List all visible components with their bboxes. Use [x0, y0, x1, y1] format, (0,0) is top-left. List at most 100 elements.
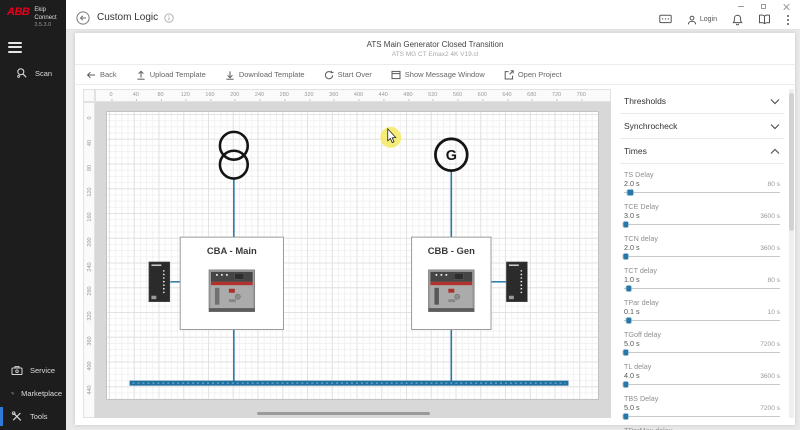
transformer-symbol[interactable]	[220, 132, 248, 179]
ruler-tick: 360	[87, 335, 93, 347]
message-icon[interactable]	[659, 14, 672, 25]
book-icon[interactable]	[758, 14, 771, 25]
ruler-tick: 600	[478, 92, 487, 98]
sidebar-item-service[interactable]: Service	[0, 359, 66, 382]
ruler-tick: 0	[109, 92, 112, 98]
ruler-tick: 240	[87, 261, 93, 273]
ruler-tick: 320	[87, 310, 93, 322]
upload-template-button[interactable]: Upload Template	[136, 70, 206, 80]
slider-tpar-delay[interactable]	[624, 317, 780, 324]
ruler-tick: 120	[181, 92, 190, 98]
slider-tce-delay[interactable]	[624, 221, 780, 228]
ruler-tick: 400	[87, 360, 93, 372]
minimize-icon[interactable]	[738, 6, 744, 8]
menu-icon[interactable]	[8, 42, 22, 56]
slider-value: 1.0 s	[624, 275, 640, 284]
horizontal-scrollbar[interactable]	[257, 412, 430, 415]
ruler-tick: 240	[255, 92, 264, 98]
slider-tcn-delay[interactable]	[624, 253, 780, 260]
show-message-window-button[interactable]: Show Message Window	[391, 70, 485, 80]
sidebar-item-label: Marketplace	[21, 389, 62, 398]
chevron-down-icon	[770, 123, 780, 130]
slider-handle[interactable]	[627, 189, 634, 196]
slider-handle[interactable]	[625, 317, 632, 324]
ekip-module-image[interactable]	[506, 262, 527, 302]
download-template-button[interactable]: Download Template	[225, 70, 305, 80]
canvas-viewport[interactable]: G CBA - Main	[95, 102, 611, 418]
generator-letter: G	[446, 148, 457, 164]
back-button[interactable]: Back	[86, 70, 117, 80]
start-over-button[interactable]: Start Over	[324, 70, 372, 80]
vertical-scrollbar[interactable]	[789, 89, 794, 418]
slider-tct-delay[interactable]	[624, 285, 780, 292]
sidebar-item-label: Tools	[30, 412, 48, 421]
sidebar-item-label: Service	[30, 366, 55, 375]
slider-handle[interactable]	[622, 349, 629, 356]
slider-value: 5.0 s	[624, 403, 640, 412]
ruler-tick: 480	[403, 92, 412, 98]
section-times[interactable]: Times	[620, 139, 784, 164]
breaker-box-cbb[interactable]: CBB - Gen	[412, 237, 491, 329]
logic-diagram: G CBA - Main	[107, 112, 598, 399]
grid-sheet[interactable]: G CBA - Main	[106, 111, 599, 400]
slider-handle[interactable]	[622, 381, 629, 388]
open-project-button[interactable]: Open Project	[504, 70, 562, 80]
ruler-tick: 80	[87, 162, 93, 174]
maximize-icon[interactable]	[761, 4, 766, 9]
ekip-module-image[interactable]	[149, 262, 170, 302]
ruler-tick: 40	[87, 137, 93, 149]
slider-label: TS Delay	[624, 170, 780, 179]
slider-max: 7200 s	[760, 341, 780, 348]
project-subtitle: ATS MG CT Emax2 4K V19.cl	[75, 51, 795, 58]
vertical-scrollbar-thumb[interactable]	[789, 93, 794, 231]
breaker-box-cba[interactable]: CBA - Main	[180, 237, 283, 329]
open-external-icon	[504, 70, 514, 80]
ruler-tick: 160	[205, 92, 214, 98]
slider-value: 5.0 s	[624, 339, 640, 348]
login-label: Login	[700, 16, 717, 23]
back-circle-icon[interactable]	[76, 11, 90, 25]
slider-value: 2.0 s	[624, 243, 640, 252]
slider-handle[interactable]	[622, 221, 629, 228]
slider-row-tparmax-delay: TParMax delay10.0 s0 s60 s	[620, 423, 784, 430]
ruler-tick: 720	[552, 92, 561, 98]
sidebar-item-tools[interactable]: Tools	[0, 405, 66, 428]
slider-tl-delay[interactable]	[624, 381, 780, 388]
slider-row-ts-delay: TS Delay2.0 s80 s	[620, 167, 784, 199]
slider-label: TCN delay	[624, 234, 780, 243]
toolbar: Back Upload Template Download Template S…	[75, 64, 795, 85]
parameters-panel: Thresholds Synchrocheck Times TS Delay2.…	[620, 89, 784, 425]
close-icon[interactable]	[783, 3, 790, 10]
ruler-tick: 440	[87, 384, 93, 396]
slider-ts-delay[interactable]	[624, 189, 780, 196]
slider-tbs-delay[interactable]	[624, 413, 780, 420]
section-thresholds[interactable]: Thresholds	[620, 89, 784, 114]
slider-max: 7200 s	[760, 405, 780, 412]
slider-handle[interactable]	[622, 253, 629, 260]
section-synchrocheck[interactable]: Synchrocheck	[620, 114, 784, 139]
ruler-tick: 0	[87, 112, 93, 124]
canvas-area: 0408012016020024028032036040044048052056…	[83, 89, 611, 418]
slider-row-tct-delay: TCT delay1.0 s80 s	[620, 263, 784, 295]
sidebar-item-scan[interactable]: Scan	[0, 55, 66, 79]
slider-label: TCT delay	[624, 266, 780, 275]
generator-symbol[interactable]: G	[435, 139, 467, 171]
ruler-tick: 640	[502, 92, 511, 98]
info-icon[interactable]	[164, 13, 174, 23]
slider-handle[interactable]	[625, 285, 632, 292]
breaker-image	[428, 270, 474, 312]
slider-handle[interactable]	[622, 413, 629, 420]
ruler-tick: 760	[577, 92, 586, 98]
kebab-menu-icon[interactable]	[786, 14, 790, 26]
slider-label: TBS Delay	[624, 394, 780, 403]
slider-tgoff-delay[interactable]	[624, 349, 780, 356]
login-button[interactable]: Login	[687, 15, 717, 25]
restart-icon	[324, 70, 334, 80]
app-logo-row: ABB Ekip Connect 3.5.3.0	[0, 0, 66, 33]
v-ruler: 04080120160200240280320360400440	[83, 102, 95, 418]
ruler-tick: 200	[87, 236, 93, 248]
slider-row-tpar-delay: TPar delay0.1 s10 s	[620, 295, 784, 327]
sidebar-item-marketplace[interactable]: Marketplace	[0, 382, 66, 405]
bell-icon[interactable]	[732, 14, 743, 26]
ruler-tick: 120	[87, 186, 93, 198]
